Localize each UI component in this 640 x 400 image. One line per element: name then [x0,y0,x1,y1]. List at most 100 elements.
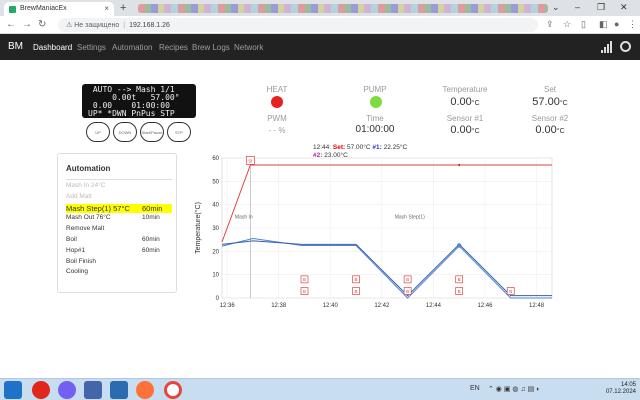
save-icon[interactable] [110,381,128,399]
pump-indicator [370,96,382,108]
automation-step: Mash In 24°C [66,182,172,189]
maximize-icon[interactable]: ❐ [597,2,605,13]
address-bar[interactable]: ⚠ Не защищено | 192.168.1.26 [58,18,538,32]
automation-step: Remove Malt [66,225,172,232]
step-name: Boil [66,236,77,243]
firefox-icon[interactable] [136,381,154,399]
step-name: Remove Malt [66,225,105,233]
event-marker-label: B [303,277,306,282]
chrome-icon[interactable] [164,381,182,399]
step-name: Mash In 24°C [66,182,106,189]
phase-annotation: Mash Step(1) [395,215,425,221]
step-name: Mash Step(1) 57°C [66,203,130,213]
side-panel-icon[interactable]: ◧ [599,19,608,30]
pwm-value: - - % [268,126,286,135]
nav-recipes[interactable]: Recipes [159,43,188,52]
y-tick-label: 20 [212,249,219,255]
set-value: 57.00°C [520,96,580,108]
bookmark-star-icon[interactable]: ☆ [563,19,571,30]
sensor2-number: 0.00 [535,124,557,136]
minimize-icon[interactable]: – [575,2,580,12]
heat-indicator [271,96,283,108]
automation-panel: Automation Mash In 24°C Add Malt Mash Step… [57,153,177,293]
favicon-icon [9,6,16,13]
clock[interactable]: 14:05 07.12.2024 [600,382,636,396]
step-name: Boil Finish [66,257,96,265]
app-navbar: BM Dashboard Settings Automation Recipes… [0,34,640,60]
step-time: 60min [142,246,160,254]
forward-icon[interactable]: → [22,19,32,30]
step-name: Add Malt [66,192,92,200]
close-tab-icon[interactable]: × [104,4,109,13]
down-button[interactable]: DOWN [113,122,137,142]
step-marker-label: St [248,158,253,163]
menu-icon[interactable]: ⋮ [628,19,637,30]
x-tick-label: 12:42 [374,303,390,309]
step-time: 10min [142,214,160,222]
automation-step: Boil Finish [66,258,172,265]
language-indicator[interactable]: EN [470,385,480,392]
browser-tab[interactable]: BrewManiacEx × [4,2,114,16]
temperature-chart[interactable]: 0 10 20 30 40 50 60 12:36 12:38 12:40 12:42 12:44 12… [190,140,570,320]
nav-automation[interactable]: Automation [112,43,152,52]
sensor1-label: Sensor #1 [446,114,484,123]
viber-icon[interactable] [58,381,76,399]
lcd-line: UP* *DWN PnPus STP [88,109,180,118]
window-close-icon[interactable]: ✕ [620,2,628,13]
y-axis-label: Temperature(°C) [194,202,202,254]
warning-icon: ⚠ [66,22,75,29]
automation-title: Automation [66,164,111,173]
tray-icons[interactable]: ⌃ ◉ ▣ ◍ ♫ ▤ ◐ [488,385,540,393]
tab-search-icon[interactable]: ⌄ [552,2,560,13]
extensions-icon[interactable]: ▯ [581,19,586,30]
sensor1-unit: °C [471,128,480,135]
event-marker-label: B [406,289,409,294]
opera-icon[interactable] [32,381,50,399]
series-line [221,164,552,243]
brand[interactable]: BM [8,41,23,52]
x-tick-label: 12:46 [477,303,493,309]
automation-step: Mash Out 76°C 10min [66,214,172,221]
y-tick-label: 40 [212,203,219,209]
sensor1-number: 0.00 [450,124,472,136]
nav-settings[interactable]: Settings [77,43,106,52]
up-button[interactable]: UP [86,122,110,142]
step-time: 60min [142,236,160,243]
start-icon[interactable] [4,381,22,399]
sensor2-value: 0.00°C [520,124,580,136]
security-status: Не защищено [74,22,120,29]
github-icon[interactable] [620,41,631,52]
back-icon[interactable]: ← [6,19,16,30]
event-marker-label: B [458,277,461,282]
start-pause-button[interactable]: Start/Pause [140,122,164,142]
temperature-value: 0.00°C [435,96,495,108]
set-number: 57.00 [532,96,560,108]
sensor2-label: Sensor #2 [531,114,569,123]
y-tick-label: 0 [216,296,220,302]
pwm-label: PWM [267,114,287,123]
nav-brew-logs[interactable]: Brew Logs [192,43,230,52]
browser-toolbar: ← → ↻ ⚠ Не защищено | 192.168.1.26 ⇪ ☆ ▯ ◧… [0,16,640,34]
temperature-unit: °C [471,100,480,107]
sensor-point-marker [456,243,462,248]
stop-button[interactable]: STP [167,122,191,142]
wifi-signal-icon [601,41,613,53]
clock-time: 14:05 [620,382,636,388]
share-icon[interactable]: ⇪ [546,19,554,30]
windows-taskbar: EN ⌃ ◉ ▣ ◍ ♫ ▤ ◐ 14:05 07.12.2024 [0,378,640,400]
set-unit: °C [559,100,568,107]
tab-title: BrewManiacEx [20,5,67,12]
y-tick-label: 60 [212,156,219,162]
step-name: Hop#1 [66,246,86,254]
reload-icon[interactable]: ↻ [38,19,46,30]
set-label: Set [543,85,556,94]
automation-divider [66,179,172,180]
nav-dashboard[interactable]: Dashboard [33,43,72,52]
automation-step: Boil 60min [66,236,172,243]
new-tab-button[interactable]: + [120,2,126,14]
event-marker-label: B [406,277,409,282]
series-line [221,237,552,299]
profile-icon[interactable]: ● [614,19,619,29]
app-icon[interactable] [84,381,102,399]
nav-network[interactable]: Network [234,43,263,52]
